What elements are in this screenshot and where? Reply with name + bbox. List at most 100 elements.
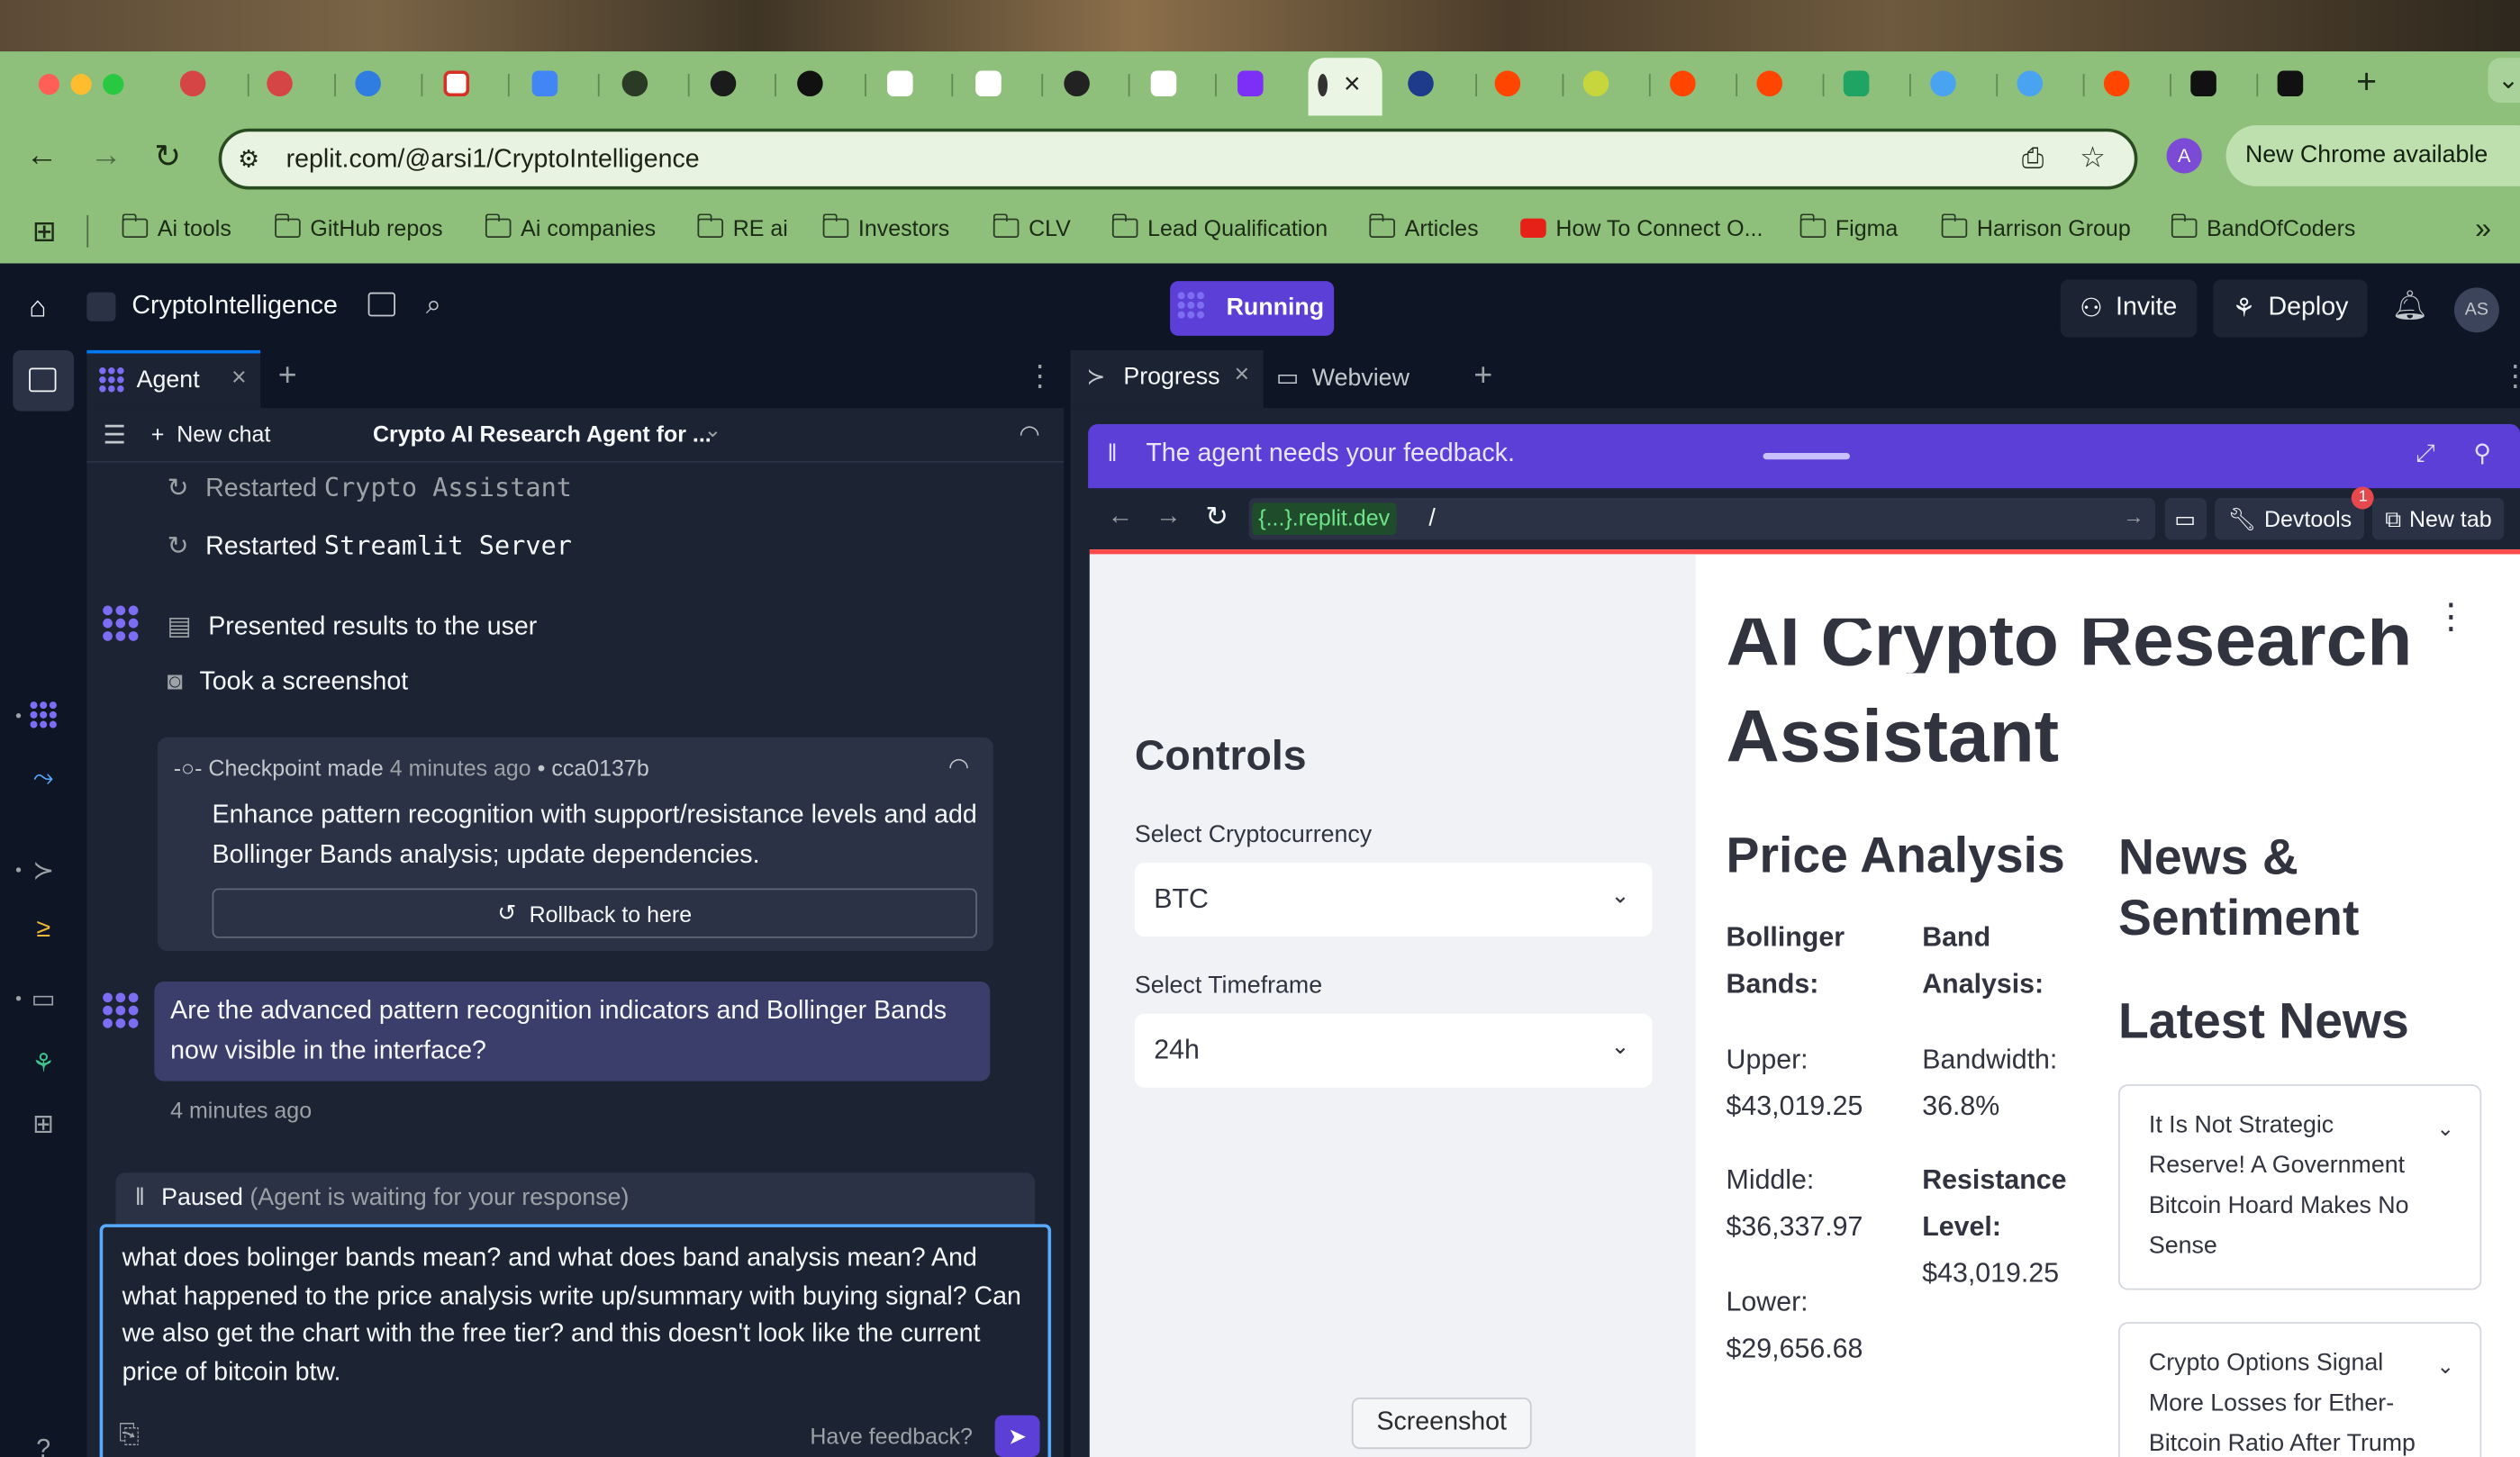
bookmark-folder[interactable]: GitHub repos (274, 213, 443, 241)
more-options-icon[interactable]: ⋮ (2501, 360, 2520, 394)
docs-tab-icon[interactable] (531, 70, 558, 97)
chevron-down-icon[interactable]: ⌄ (704, 418, 721, 444)
browser-tab-icon[interactable] (267, 70, 293, 97)
github-tab-icon[interactable] (797, 70, 823, 97)
minimize-window-button[interactable] (70, 74, 92, 95)
send-button[interactable]: ➤ (994, 1415, 1040, 1457)
attach-icon[interactable]: ⎘ (119, 1422, 140, 1451)
webview-icon[interactable]: ▭ (27, 983, 59, 1016)
home-icon[interactable]: ⌂ (29, 291, 46, 324)
close-tab-icon[interactable]: × (231, 365, 247, 394)
github-tab-icon[interactable] (1064, 70, 1090, 97)
reddit-tab-icon[interactable] (2103, 70, 2130, 97)
agent-rail-icon[interactable] (29, 701, 58, 729)
close-window-button[interactable] (38, 74, 60, 95)
project-name[interactable]: CryptoIntelligence (131, 293, 338, 321)
browser-tab-icon[interactable] (2190, 70, 2216, 97)
pause-tab-icon[interactable] (887, 70, 913, 97)
news-card[interactable]: Crypto Options Signal More Losses for Et… (2117, 1322, 2482, 1457)
whatsapp-tab-icon[interactable] (621, 70, 648, 97)
gmail-tab-icon[interactable] (443, 70, 470, 97)
tab-progress[interactable]: ≻ Progress × (1070, 349, 1264, 409)
devtools-button[interactable]: 🔧︎ Devtools 1 (2215, 486, 2375, 540)
tab-search-icon[interactable]: ⌄ (2488, 58, 2520, 104)
bookmarks-overflow-icon[interactable]: » (2475, 212, 2491, 245)
bookmark-folder[interactable]: Figma (1799, 213, 1898, 241)
more-options-icon[interactable]: ⋮ (1026, 360, 1055, 394)
tab-agent[interactable]: Agent × (86, 349, 261, 409)
profile-avatar[interactable]: A (2166, 138, 2202, 174)
pause-tab-icon[interactable] (975, 70, 1002, 97)
crypto-select[interactable]: BTC ⌄ (1134, 862, 1653, 937)
panel-divider[interactable] (1064, 349, 1071, 1457)
forward-icon[interactable]: → (90, 138, 122, 175)
device-toggle-button[interactable]: ▭ (2164, 498, 2207, 540)
zoom-window-button[interactable] (103, 74, 124, 95)
bookmark-folder[interactable]: Investors (821, 213, 949, 241)
deploy-button[interactable]: ⚘ Deploy (2213, 279, 2368, 338)
usage-gauge-icon[interactable]: ◠ (1019, 420, 1039, 448)
back-icon[interactable]: ← (26, 138, 59, 175)
reddit-tab-icon[interactable] (1494, 70, 1521, 97)
chrome-update-button[interactable]: New Chrome available (2225, 125, 2520, 186)
console-icon[interactable]: ≻ (27, 855, 59, 887)
user-avatar[interactable]: AS (2453, 287, 2499, 333)
run-status-button[interactable]: Running (1170, 281, 1335, 336)
add-tab-icon[interactable]: + (278, 358, 297, 395)
browser-tab-icon[interactable] (355, 70, 381, 97)
new-chat-button[interactable]: + New chat (151, 421, 271, 447)
bookmark-link[interactable]: How To Connect O... (1520, 215, 1763, 241)
drag-handle[interactable] (1763, 453, 1850, 460)
pin-icon[interactable]: ⚲ (2473, 439, 2491, 467)
apps-grid-icon[interactable]: ⊞ (32, 215, 57, 249)
sheets-tab-icon[interactable] (1843, 70, 1870, 97)
active-browser-tab[interactable]: × (1308, 58, 1382, 116)
browser-tab-icon[interactable] (1237, 70, 1264, 97)
timeframe-select[interactable]: 24h ⌄ (1134, 1013, 1653, 1088)
new-tab-icon[interactable]: + (2356, 61, 2377, 103)
address-bar[interactable]: ⚙ replit.com/@arsi1/CryptoIntelligence ⎙… (218, 128, 2138, 190)
close-tab-icon[interactable]: × (1344, 68, 1361, 101)
site-info-icon[interactable]: ⚙ (238, 145, 259, 173)
tab-webview[interactable]: ▭ Webview (1276, 363, 1410, 392)
shell-icon[interactable]: ≥ (27, 916, 59, 948)
bookmark-folder[interactable]: Ai tools (121, 213, 231, 241)
reload-icon[interactable]: ↻ (1205, 502, 1228, 534)
reddit-tab-icon[interactable] (1670, 70, 1696, 97)
files-icon[interactable] (367, 292, 395, 317)
go-icon[interactable]: → (2123, 504, 2144, 529)
browser-tab-icon[interactable] (1582, 70, 1609, 97)
message-input[interactable]: what does bolinger bands mean? and what … (122, 1240, 1038, 1391)
search-icon[interactable]: ⌕ (426, 289, 441, 321)
rollback-button[interactable]: ↺ Rollback to here (212, 888, 977, 938)
expand-icon[interactable]: ⤢ (2416, 440, 2434, 467)
pause-tab-icon[interactable] (1150, 70, 1177, 97)
notifications-bell-icon[interactable]: 🔔︎ (2391, 289, 2428, 322)
bookmark-folder[interactable]: RE ai (696, 213, 788, 241)
webview-url-bar[interactable]: {...}.replit.dev / → (1248, 498, 2156, 540)
chat-history-icon[interactable]: ☰ (103, 420, 126, 452)
bookmark-folder[interactable]: BandOfCoders (2170, 213, 2355, 241)
usage-gauge-icon[interactable]: ◠ (948, 752, 969, 781)
message-composer[interactable]: what does bolinger bands mean? and what … (99, 1224, 1052, 1457)
open-new-tab-button[interactable]: ⧉ New tab (2371, 498, 2505, 540)
bookmark-folder[interactable]: Harrison Group (1940, 213, 2131, 241)
add-tab-icon[interactable]: + (1473, 358, 1492, 395)
chat-title[interactable]: Crypto AI Research Agent for ... (373, 421, 712, 447)
help-icon[interactable]: ? (27, 1436, 59, 1457)
reddit-tab-icon[interactable] (1756, 70, 1783, 97)
close-tab-icon[interactable]: × (1234, 361, 1249, 390)
bookmark-star-icon[interactable]: ☆ (2080, 141, 2106, 175)
bookmark-folder[interactable]: Lead Qualification (1110, 213, 1328, 241)
invite-button[interactable]: ⚇ Invite (2060, 279, 2197, 338)
bookmark-folder[interactable]: Articles (1368, 213, 1479, 241)
browser-tab-icon[interactable] (179, 70, 206, 97)
news-card[interactable]: It Is Not Strategic Reserve! A Governmen… (2117, 1084, 2482, 1290)
browser-tab-icon[interactable] (2277, 70, 2304, 97)
bookmark-folder[interactable]: CLV (992, 213, 1071, 241)
browser-tab-icon[interactable] (2017, 70, 2044, 97)
install-app-icon[interactable]: ⎙ (2022, 143, 2044, 176)
browser-tab-icon[interactable] (1408, 70, 1434, 97)
all-tools-icon[interactable]: ⊞ (27, 1109, 59, 1141)
browser-tab-icon[interactable] (1930, 70, 1956, 97)
